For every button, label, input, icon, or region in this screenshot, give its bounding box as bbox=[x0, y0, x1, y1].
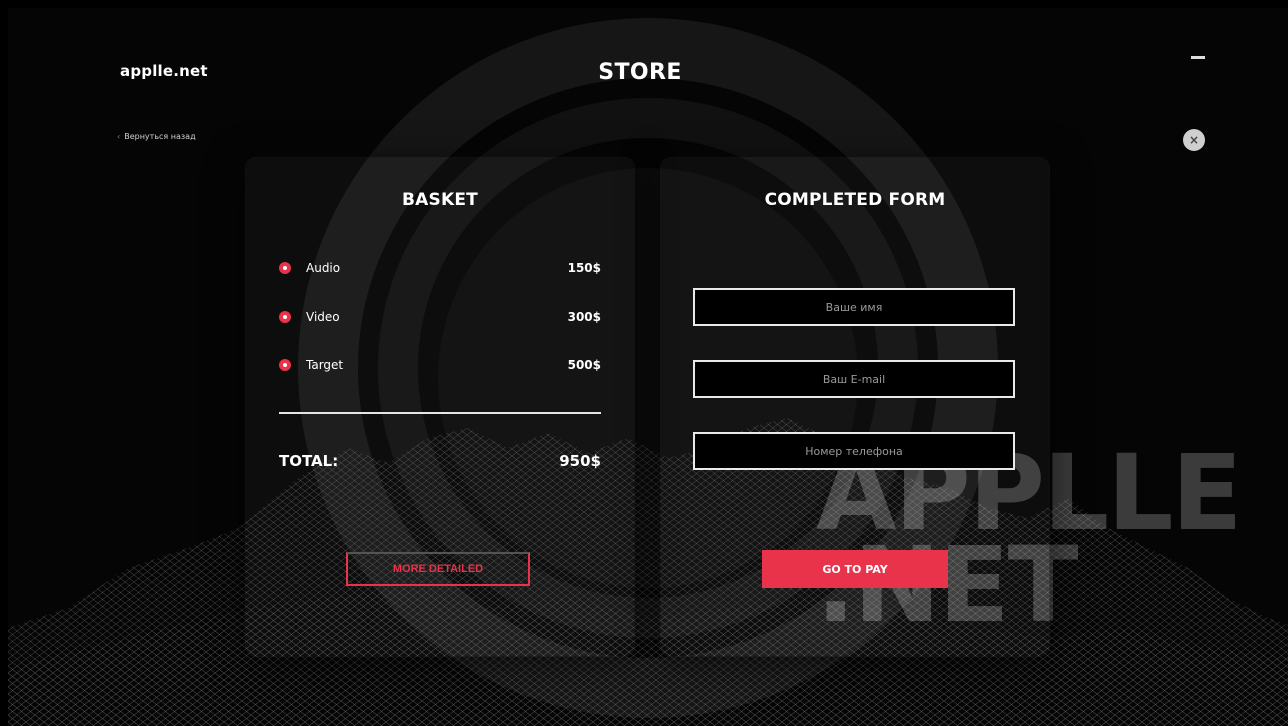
item-name: Video bbox=[306, 310, 340, 324]
close-icon[interactable]: × bbox=[1183, 129, 1205, 151]
item-price: 300$ bbox=[567, 310, 601, 324]
basket-card: BASKET Audio 150$ Video 300$ Target 500$… bbox=[246, 158, 634, 656]
phone-field[interactable] bbox=[693, 432, 1015, 470]
back-link-label: Вернуться назад bbox=[124, 132, 196, 141]
chevron-left-icon: ‹ bbox=[117, 132, 121, 141]
total-label: TOTAL: bbox=[279, 452, 339, 470]
basket-item[interactable]: Video 300$ bbox=[279, 307, 601, 327]
back-link[interactable]: ‹ Вернуться назад bbox=[117, 132, 196, 141]
radio-icon[interactable] bbox=[279, 311, 291, 323]
item-price: 500$ bbox=[567, 358, 601, 372]
page-title: STORE bbox=[598, 60, 682, 85]
item-price: 150$ bbox=[567, 261, 601, 275]
basket-title: BASKET bbox=[402, 190, 478, 210]
divider bbox=[279, 412, 601, 414]
radio-icon[interactable] bbox=[279, 262, 291, 274]
minimize-icon[interactable] bbox=[1191, 56, 1205, 59]
form-card: COMPLETED FORM GO TO PAY bbox=[661, 158, 1049, 656]
go-to-pay-button[interactable]: GO TO PAY bbox=[762, 550, 948, 588]
basket-item[interactable]: Audio 150$ bbox=[279, 258, 601, 278]
form-title: COMPLETED FORM bbox=[764, 190, 946, 210]
app-window: APPLLE .NET bbox=[8, 8, 1288, 726]
item-name: Audio bbox=[306, 261, 341, 275]
radio-icon[interactable] bbox=[279, 359, 291, 371]
item-name: Target bbox=[306, 358, 344, 372]
basket-item[interactable]: Target 500$ bbox=[279, 355, 601, 375]
total-row: TOTAL: 950$ bbox=[279, 452, 601, 470]
email-field[interactable] bbox=[693, 360, 1015, 398]
total-value: 950$ bbox=[559, 452, 601, 470]
more-detailed-button[interactable]: MORE DETAILED bbox=[346, 552, 530, 586]
name-field[interactable] bbox=[693, 288, 1015, 326]
